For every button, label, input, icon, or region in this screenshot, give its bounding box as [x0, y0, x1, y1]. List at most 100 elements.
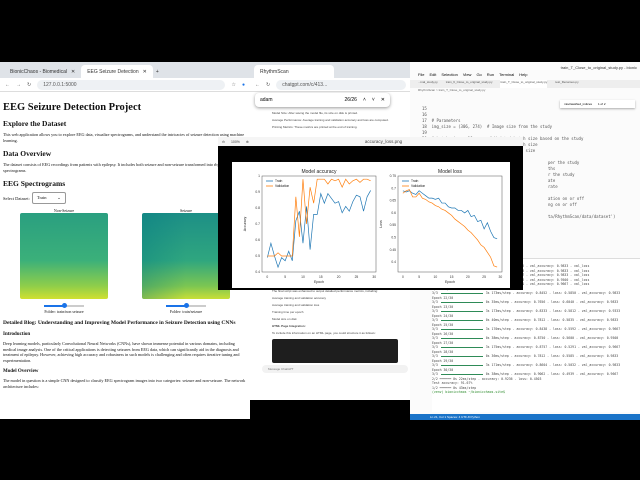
spectrogram-slider[interactable]	[44, 303, 84, 308]
spectrogram-seizure: Seizure Folder: train/seizure	[142, 208, 230, 314]
blog-title: Detailed Blog: Understanding and Improvi…	[3, 320, 236, 326]
editor-tab[interactable]: train_6_Close_to_original_study.py	[446, 80, 493, 88]
close-icon[interactable]: ✕	[381, 97, 385, 103]
close-icon[interactable]: ✕	[71, 69, 75, 75]
step-time: 0s 38ms/step	[485, 372, 509, 376]
editor-tab[interactable]: ...inal_study.py	[418, 80, 438, 88]
menu-view[interactable]: View	[463, 72, 472, 80]
y-tick-label: 0.5	[255, 254, 260, 258]
menu-selection[interactable]: Selection	[441, 72, 457, 80]
chat-line: Training time per epoch	[272, 310, 304, 314]
y-tick-label: 0.7	[255, 222, 260, 226]
terminal-line: 3/3 0s 35ms/step - accuracy: 0.7656 - los…	[432, 300, 619, 304]
chart-title: Model accuracy	[301, 169, 337, 175]
editor-tab[interactable]: test_filenames.py	[555, 80, 578, 88]
file-name: accuracy_loss.png	[364, 139, 403, 144]
spectrogram-non-seizure: Non-Seizure Folder: train/non seizure	[20, 208, 108, 314]
chat-line: To include this information on an HTML p…	[272, 331, 376, 335]
code-line: ta/RhythmScan/data/dataset')	[548, 214, 616, 219]
status-bar: Ln 21, Col 1 Spaces: 4 UTF-8 Python	[410, 414, 640, 420]
tab-strip: BionicChaos - Biomedical ✕ EEG Seizure De…	[0, 62, 250, 78]
spectrogram-slider[interactable]	[166, 303, 206, 308]
x-tick-label: 25	[355, 275, 359, 279]
heading-introduction: Introduction	[3, 332, 31, 337]
find-widget[interactable]: misclassified_indices 1 of 2	[560, 100, 635, 108]
legend-label: Validation	[411, 184, 425, 188]
accuracy-loss-image: Model accuracyEpochAccuracy0 5 10 15 20 25 300…	[232, 162, 510, 288]
new-tab-icon[interactable]: +	[153, 66, 162, 78]
page-content: EEG Seizure Detection Project Explore th…	[0, 92, 250, 397]
select-label: Select Dataset:	[3, 195, 30, 201]
back-icon[interactable]: ←	[255, 82, 260, 88]
profile-avatar[interactable]: ●	[242, 82, 245, 88]
address-bar: ← → ↻ 127.0.0.1:5000 ☆ ●	[0, 78, 250, 92]
loss: 0.5600	[562, 336, 575, 340]
back-icon[interactable]: ←	[5, 82, 10, 88]
legend-label: Train	[411, 179, 419, 183]
chat-line: Printing Metrics: These metrics are prin…	[272, 125, 358, 129]
menu-run[interactable]: Run	[487, 72, 494, 80]
y-axis-label: Accuracy	[243, 217, 247, 232]
code-tail: per the study ths r the study ate rate ation…	[548, 148, 615, 232]
menu-help[interactable]: Help	[519, 72, 527, 80]
x-tick-label: 5	[418, 275, 420, 279]
val-acc: 0.9833	[606, 300, 619, 304]
heading-explore: Explore the Dataset	[3, 119, 67, 128]
menu-go[interactable]: Go	[476, 72, 481, 80]
acc: 0.8452	[535, 291, 548, 295]
terminal-prompt[interactable]: (venv) bionicchaos ~/bionicchaos-site$	[432, 390, 640, 395]
menu-file[interactable]: File	[418, 72, 424, 80]
editor-tab-active[interactable]: train_T_Close_to_original_study.py	[500, 80, 548, 88]
val-acc: 0.9833	[606, 318, 619, 322]
val-acc: 0.9500	[606, 336, 619, 340]
x-tick-label: 10	[434, 275, 438, 279]
y-tick-label: 0.5	[391, 236, 396, 240]
step-time: 0s 40ms/step	[485, 318, 509, 322]
x-axis-label: Epoch	[314, 280, 324, 284]
plot-frame	[261, 175, 377, 273]
page-title: EEG Seizure Detection Project	[3, 102, 142, 113]
y-tick-label: 1	[258, 174, 260, 178]
tab-eeg[interactable]: EEG Seizure Detection ✕	[81, 65, 153, 78]
message-input[interactable]: Message ChatGPT	[262, 365, 408, 373]
chat-line: Average Performance: Average training an…	[272, 118, 389, 122]
terminal-line: 3/3 0s 38ms/step - accuracy: 0.9062 - los…	[432, 372, 619, 376]
reload-icon[interactable]: ↻	[27, 82, 31, 88]
x-tick-label: 5	[284, 275, 286, 279]
y-tick-label: 0.45	[390, 248, 397, 252]
star-icon[interactable]: ☆	[231, 82, 235, 88]
loss: 0.6040	[562, 300, 575, 304]
reload-icon[interactable]: ↻	[266, 82, 270, 88]
val-acc: 0.9833	[606, 354, 619, 358]
tab-bionicchaos[interactable]: BionicChaos - Biomedical ✕	[4, 65, 81, 78]
dataset-select[interactable]: Train ⌄	[31, 192, 66, 204]
step-time: 0s 36ms/step	[485, 354, 509, 358]
y-tick-label: 0.6	[255, 238, 260, 242]
series-line-validation	[267, 178, 371, 257]
x-tick-label: 20	[337, 275, 341, 279]
forward-icon[interactable]: →	[16, 82, 21, 88]
x-tick-label: 20	[466, 275, 470, 279]
chat-line: Model Size: After saving the model file,…	[272, 111, 358, 115]
zoom-in-icon[interactable]: ⊕	[246, 140, 249, 144]
step-time: 3s 171ms/step	[485, 363, 511, 367]
menu-edit[interactable]: Edit	[429, 72, 436, 80]
zoom-out-icon[interactable]: ⊖	[222, 140, 225, 144]
find-prev-icon[interactable]: ˄	[363, 97, 366, 103]
select-value: Train	[36, 195, 47, 200]
find-input[interactable]: adam	[260, 97, 338, 103]
acc: 0.8757	[535, 345, 548, 349]
find-input[interactable]: misclassified_indices	[564, 102, 592, 106]
tab-label: BionicChaos - Biomedical	[10, 68, 67, 75]
tab-rhythmscan[interactable]: RhythmScan	[254, 65, 334, 78]
menu-terminal[interactable]: Terminal	[499, 72, 514, 80]
x-tick-label: 0	[266, 275, 268, 279]
val-acc: 0.9667	[608, 327, 621, 331]
close-icon[interactable]: ✕	[143, 69, 147, 75]
zoom-level[interactable]: 100%	[231, 140, 240, 144]
val-acc: 0.9833	[608, 363, 621, 367]
url-input[interactable]: 127.0.0.1:5000	[37, 79, 226, 90]
url-input[interactable]: chatgpt.com/c/413...	[276, 79, 406, 90]
model-text: The model in question is a simple CNN de…	[3, 378, 246, 389]
find-next-icon[interactable]: ˅	[372, 97, 375, 103]
